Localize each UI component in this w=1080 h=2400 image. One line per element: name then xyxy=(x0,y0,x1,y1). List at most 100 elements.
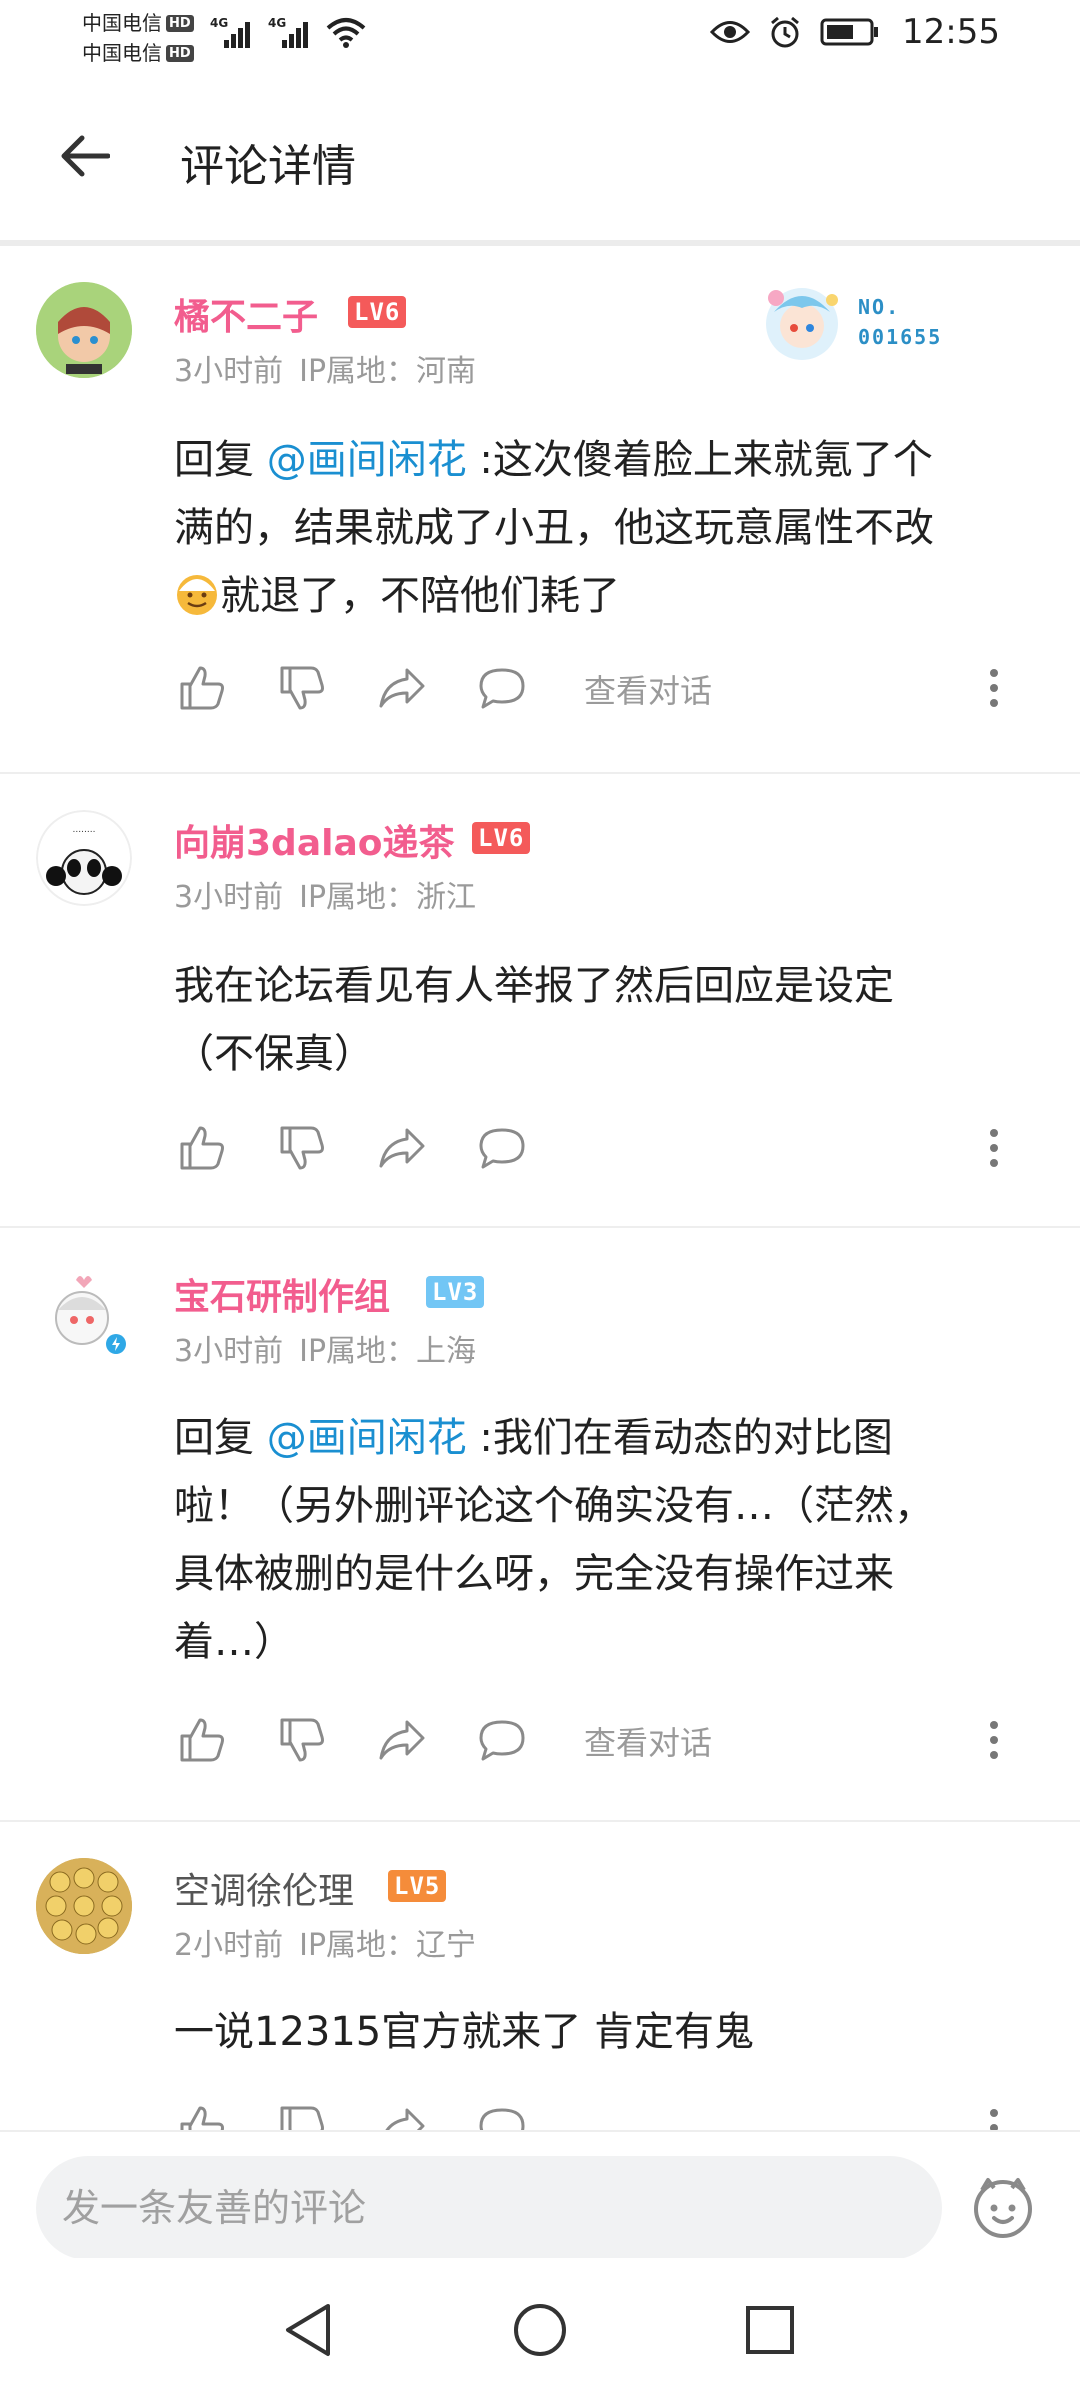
ip-location: IP属地：辽宁 xyxy=(299,1928,477,1963)
share-button[interactable] xyxy=(374,1120,430,1176)
reply-button[interactable] xyxy=(474,1120,530,1176)
wifi-icon xyxy=(326,18,366,48)
avatar[interactable]: ........ xyxy=(36,810,132,906)
comment-input[interactable] xyxy=(36,2156,942,2260)
avatar[interactable] xyxy=(36,1858,132,1954)
view-dialog-link[interactable]: 查看对话 xyxy=(584,666,712,712)
more-options-button[interactable] xyxy=(974,1712,1014,1768)
like-button[interactable] xyxy=(174,1120,230,1176)
share-icon xyxy=(379,668,425,708)
dislike-button[interactable] xyxy=(274,1712,330,1768)
comment-time: 2小时前 xyxy=(174,1928,284,1963)
triangle-back-icon xyxy=(286,2304,330,2356)
more-vertical-icon xyxy=(990,2109,998,2130)
more-options-button[interactable] xyxy=(974,660,1014,716)
signal-indicators: 4G 4G xyxy=(210,16,366,48)
comment-time: 3小时前 xyxy=(174,1334,284,1369)
level-badge: LV3 xyxy=(426,1276,485,1308)
share-icon xyxy=(385,2108,425,2130)
dislike-button[interactable] xyxy=(274,2100,330,2130)
share-button[interactable] xyxy=(374,2100,430,2130)
eye-icon xyxy=(710,21,751,43)
avatar[interactable] xyxy=(36,1264,132,1360)
level-badge: LV6 xyxy=(348,296,407,328)
more-vertical-icon xyxy=(990,1721,998,1759)
like-button[interactable] xyxy=(174,2100,230,2130)
avatar[interactable] xyxy=(36,282,132,378)
more-options-button[interactable] xyxy=(974,1120,1014,1176)
reply-button[interactable] xyxy=(474,660,530,716)
comment-bubble-icon xyxy=(479,1128,525,1169)
like-button[interactable] xyxy=(174,1712,230,1768)
thumbs-up-icon xyxy=(180,1718,224,1762)
comment-composer xyxy=(0,2130,1080,2260)
level-badge: LV5 xyxy=(388,1870,447,1902)
comment-actions xyxy=(174,2100,1014,2130)
more-vertical-icon xyxy=(990,1129,998,1167)
ip-location: IP属地：上海 xyxy=(299,1334,477,1369)
comment-meta: 2小时前 IP属地：辽宁 xyxy=(174,1920,492,1964)
back-button[interactable] xyxy=(52,124,116,188)
carrier-1: 中国电信 xyxy=(82,11,162,35)
comment-text: 一说12315官方就来了 肯定有鬼 xyxy=(174,2009,754,2055)
dislike-button[interactable] xyxy=(274,660,330,716)
share-icon xyxy=(379,1128,425,1168)
page-title: 评论详情 xyxy=(180,141,356,192)
badge-character-icon xyxy=(766,288,838,360)
thumbs-up-icon xyxy=(180,1126,224,1170)
status-right: 12:55 xyxy=(710,12,1000,52)
nav-recents-button[interactable] xyxy=(740,2300,800,2360)
fan-number-badge: NO. 001655 xyxy=(752,274,982,370)
reply-button[interactable] xyxy=(474,1712,530,1768)
level-badge: LV6 xyxy=(472,822,531,854)
username[interactable]: 向崩3dalao递茶 xyxy=(174,814,454,866)
dislike-button[interactable] xyxy=(274,1120,330,1176)
signal-icon: 4G xyxy=(268,16,312,48)
ip-location: IP属地：河南 xyxy=(299,354,477,389)
comment-time: 3小时前 xyxy=(174,880,284,915)
share-button[interactable] xyxy=(374,660,430,716)
comment-bubble-icon xyxy=(479,668,525,709)
status-bar: 中国电信 HD 中国电信 HD 4G 4G 12:55 xyxy=(0,0,1080,72)
mention-link[interactable]: @画间闲花 xyxy=(267,437,467,483)
thumbs-up-icon xyxy=(180,2106,224,2130)
comment-actions xyxy=(174,1120,1014,1176)
view-dialog-link[interactable]: 查看对话 xyxy=(584,1718,712,1764)
username[interactable]: 宝石研制作组 xyxy=(174,1268,390,1320)
badge-number: NO. 001655 xyxy=(858,295,943,349)
system-nav-bar xyxy=(0,2258,1080,2400)
comment-bubble-icon xyxy=(479,1720,525,1761)
thumbs-down-icon xyxy=(280,1126,324,1170)
reply-button[interactable] xyxy=(474,2100,530,2130)
comment-text: 回复 @画间闲花 :我们在看动态的对比图 啦！（另外删评论这个确实没有…（茫然，… xyxy=(174,1415,934,1665)
thumbs-down-icon xyxy=(280,2106,324,2130)
share-button[interactable] xyxy=(374,1712,430,1768)
square-recents-icon xyxy=(746,2306,794,2354)
thumbs-down-icon xyxy=(280,666,324,710)
comment-meta: 3小时前 IP属地：河南 xyxy=(174,346,492,390)
more-vertical-icon xyxy=(990,669,998,707)
nav-back-button[interactable] xyxy=(278,2300,338,2360)
username[interactable]: 空调徐伦理 xyxy=(174,1862,354,1914)
comment-actions: 查看对话 xyxy=(174,1712,1014,1768)
nav-home-button[interactable] xyxy=(510,2300,570,2360)
circle-home-icon xyxy=(514,2304,566,2356)
comment-text: 回复 @画间闲花 :这次傻着脸上来就氪了个 满的，结果就成了小丑，他这玩意属性不… xyxy=(174,437,934,619)
hd-badge: HD xyxy=(166,44,194,62)
comment-meta: 3小时前 IP属地：上海 xyxy=(174,1326,492,1370)
more-options-button[interactable] xyxy=(974,2100,1014,2130)
emoji-old-man-icon xyxy=(174,570,220,616)
verified-icon xyxy=(103,1331,129,1357)
app-header: 评论详情 xyxy=(0,72,1080,240)
like-button[interactable] xyxy=(174,660,230,716)
clock: 12:55 xyxy=(902,12,1000,52)
signal-icon: 4G xyxy=(210,16,254,48)
emoji-face-icon xyxy=(974,2178,1032,2238)
username[interactable]: 橘不二子 xyxy=(174,288,318,340)
mention-link[interactable]: @画间闲花 xyxy=(267,1415,467,1461)
emoji-button[interactable] xyxy=(970,2174,1036,2240)
comment-text: 我在论坛看见有人举报了然后回应是设定 （不保真） xyxy=(174,963,894,1077)
thumbs-up-icon xyxy=(180,666,224,710)
thumbs-down-icon xyxy=(280,1718,324,1762)
comment-item: 宝石研制作组 LV3 3小时前 IP属地：上海 回复 @画间闲花 :我们在看动态的… xyxy=(0,1228,1080,1822)
